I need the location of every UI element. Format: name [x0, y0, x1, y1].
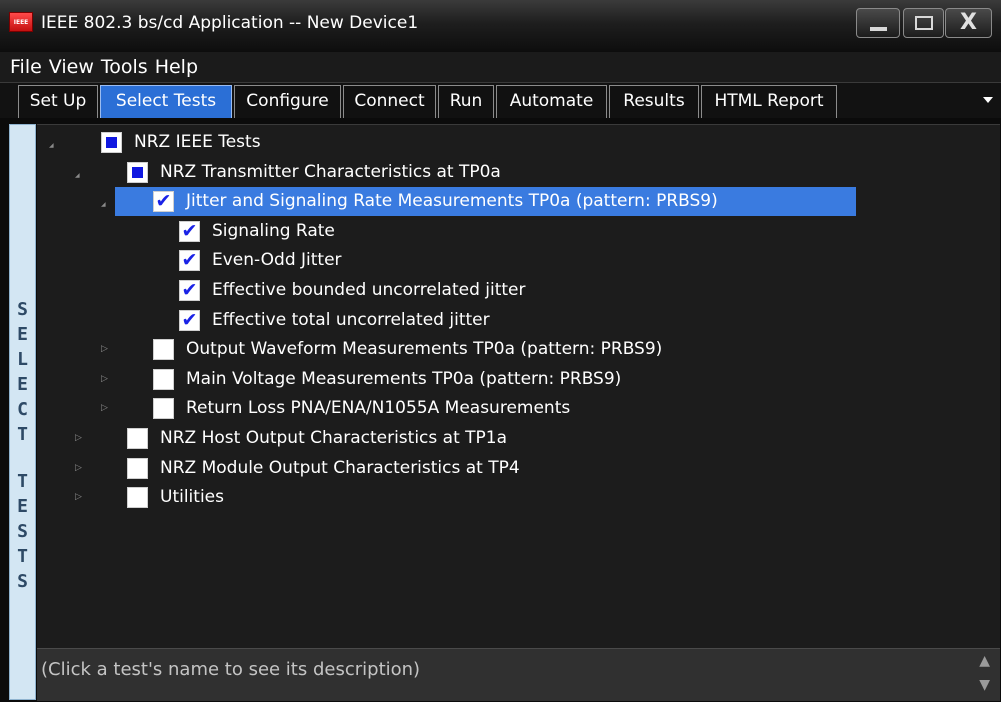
tree-row-label[interactable]: NRZ Host Output Characteristics at TP1a [160, 424, 507, 453]
tree-row-label[interactable]: Main Voltage Measurements TP0a (pattern:… [186, 365, 621, 394]
tree-row-label[interactable]: Output Waveform Measurements TP0a (patte… [186, 335, 662, 364]
expand-arrow-icon[interactable]: ▷ [75, 431, 82, 445]
side-label-char: E [17, 496, 28, 517]
tab-automate[interactable]: Automate [496, 85, 607, 118]
minimize-button[interactable] [856, 8, 900, 38]
tree-checkbox[interactable] [153, 369, 174, 390]
tree-row[interactable]: ▷ NRZ Module Output Characteristics at TP… [37, 454, 1000, 483]
expand-arrow-icon[interactable]: ▷ [101, 372, 108, 386]
tree-checkbox[interactable] [127, 428, 148, 449]
menu-file[interactable]: File [0, 52, 42, 82]
tree-checkbox[interactable] [127, 162, 148, 183]
tree-checkbox[interactable] [101, 132, 122, 153]
tree-row[interactable]: ✔ Even-Odd Jitter [37, 246, 1000, 275]
tree-row[interactable]: ◢ ✔ Jitter and Signaling Rate Measurements… [37, 187, 1000, 216]
scroll-down-icon[interactable]: ▼ [979, 677, 990, 693]
tree-checkbox[interactable]: ✔ [153, 191, 174, 212]
window-title: IEEE 802.3 bs/cd Application -- New Devi… [41, 13, 419, 33]
tree-row-label[interactable]: NRZ Module Output Characteristics at TP4 [160, 454, 520, 483]
tree-checkbox[interactable] [127, 458, 148, 479]
side-label-char: S [17, 299, 28, 320]
tab-strip: Set Up Select Tests Configure Connect Ru… [0, 82, 1001, 119]
menu-view[interactable]: View [42, 52, 94, 82]
collapse-arrow-icon[interactable]: ◢ [75, 169, 80, 183]
tree-row[interactable]: ◢ NRZ Transmitter Characteristics at TP0a [37, 158, 1000, 187]
tree-row[interactable]: ◢ NRZ IEEE Tests [37, 128, 1000, 157]
tab-select-tests[interactable]: Select Tests [100, 85, 232, 118]
collapse-arrow-icon[interactable]: ◢ [49, 139, 54, 153]
scroll-up-icon[interactable]: ▲ [979, 653, 990, 669]
maximize-button[interactable] [903, 8, 944, 38]
side-label-char: T [17, 424, 28, 445]
menu-tools[interactable]: Tools [94, 52, 148, 82]
side-label-char: E [17, 324, 28, 345]
description-text: (Click a test's name to see its descript… [41, 659, 421, 680]
tree-checkbox[interactable]: ✔ [179, 250, 200, 271]
tab-overflow-chevron-icon[interactable] [983, 97, 993, 103]
tree-row[interactable]: ▷ Utilities [37, 483, 1000, 512]
tab-set-up[interactable]: Set Up [18, 85, 98, 118]
side-label-char: E [17, 374, 28, 395]
title-bar[interactable]: IEEE IEEE 802.3 bs/cd Application -- New… [0, 0, 1001, 52]
side-strip: SELECTTESTS [9, 124, 36, 700]
expand-arrow-icon[interactable]: ▷ [101, 342, 108, 356]
tree-row-label[interactable]: Effective bounded uncorrelated jitter [212, 276, 526, 305]
tree-row-label[interactable]: Utilities [160, 483, 224, 512]
close-button[interactable]: X [945, 8, 992, 38]
side-label-char: C [17, 399, 28, 420]
tree-row[interactable]: ✔ Effective bounded uncorrelated jitter [37, 276, 1000, 305]
tree-row-label[interactable]: Jitter and Signaling Rate Measurements T… [186, 187, 718, 216]
side-label-char: L [17, 349, 28, 370]
tab-html-report[interactable]: HTML Report [701, 85, 837, 118]
close-icon: X [960, 10, 977, 35]
test-tree: ◢ NRZ IEEE Tests ◢ NRZ Transmitter Characte… [37, 124, 1000, 649]
tree-checkbox[interactable] [153, 398, 174, 419]
tree-checkbox[interactable] [127, 487, 148, 508]
expand-arrow-icon[interactable]: ▷ [101, 401, 108, 415]
tree-row[interactable]: ▷ NRZ Host Output Characteristics at TP1a [37, 424, 1000, 453]
maximize-icon [915, 16, 933, 30]
tree-row-label[interactable]: Return Loss PNA/ENA/N1055A Measurements [186, 394, 570, 423]
expand-arrow-icon[interactable]: ▷ [75, 490, 82, 504]
menu-help[interactable]: Help [148, 52, 198, 82]
tree-checkbox[interactable]: ✔ [179, 280, 200, 301]
tree-row-label[interactable]: Even-Odd Jitter [212, 246, 342, 275]
tree-checkbox[interactable]: ✔ [179, 221, 200, 242]
tree-checkbox[interactable]: ✔ [179, 310, 200, 331]
tree-checkbox[interactable] [153, 339, 174, 360]
tree-row-label[interactable]: Signaling Rate [212, 217, 335, 246]
tab-run[interactable]: Run [438, 85, 494, 118]
menu-bar: File View Tools Help [0, 52, 1001, 82]
tab-results[interactable]: Results [609, 85, 699, 118]
tab-configure[interactable]: Configure [234, 85, 341, 118]
tree-row-label[interactable]: NRZ IEEE Tests [134, 128, 261, 157]
expand-arrow-icon[interactable]: ▷ [75, 461, 82, 475]
tree-row[interactable]: ✔ Signaling Rate [37, 217, 1000, 246]
side-label-char: T [17, 471, 28, 492]
app-icon-label: IEEE [13, 19, 29, 26]
side-label-char: S [17, 571, 28, 592]
side-label-char [10, 447, 35, 469]
side-label: SELECTTESTS [10, 297, 35, 594]
collapse-arrow-icon[interactable]: ◢ [101, 198, 106, 212]
description-panel: (Click a test's name to see its descript… [37, 648, 1000, 701]
tab-connect[interactable]: Connect [343, 85, 436, 118]
tree-row-label[interactable]: NRZ Transmitter Characteristics at TP0a [160, 158, 501, 187]
side-label-char: S [17, 521, 28, 542]
tree-row[interactable]: ▷ Main Voltage Measurements TP0a (pattern… [37, 365, 1000, 394]
side-label-char: T [17, 546, 28, 567]
minimize-icon [870, 27, 887, 31]
tree-row[interactable]: ▷ Output Waveform Measurements TP0a (patt… [37, 335, 1000, 364]
app-window: IEEE IEEE 802.3 bs/cd Application -- New… [0, 0, 1001, 702]
tree-row-label[interactable]: Effective total uncorrelated jitter [212, 306, 490, 335]
app-icon: IEEE [9, 12, 33, 32]
tree-row[interactable]: ▷ Return Loss PNA/ENA/N1055A Measurements [37, 394, 1000, 423]
tree-row[interactable]: ✔ Effective total uncorrelated jitter [37, 306, 1000, 335]
main-area: SELECTTESTS ◢ NRZ IEEE Tests ◢ NRZ Transmit… [0, 118, 1001, 702]
